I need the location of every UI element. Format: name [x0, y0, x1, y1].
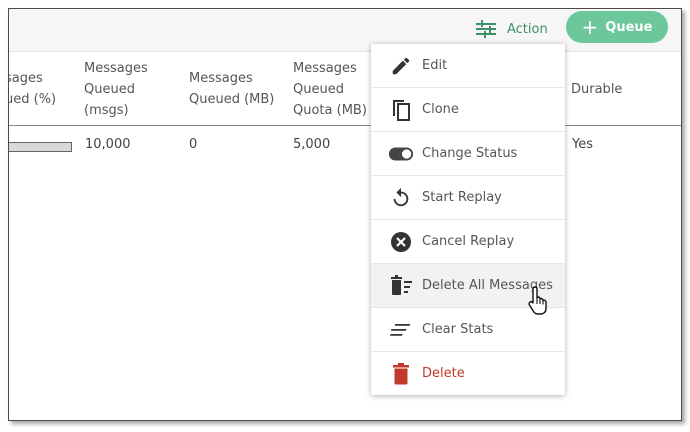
- header-line: Messages: [84, 61, 148, 76]
- menu-item-label: Change Status: [422, 146, 518, 161]
- menu-item-change-status[interactable]: Change Status: [371, 132, 565, 176]
- queue-label: Queue: [605, 19, 653, 35]
- header-line: Queued: [84, 82, 135, 97]
- add-queue-button[interactable]: + Queue: [566, 11, 668, 43]
- action-menu: Edit Clone Change Status Start Replay Ca…: [371, 44, 565, 395]
- menu-item-label: Clone: [422, 102, 459, 117]
- header-line: ued (%): [8, 92, 57, 107]
- plus-icon: +: [581, 15, 599, 39]
- menu-item-delete[interactable]: Delete: [371, 352, 565, 395]
- hand-cursor-icon: [528, 286, 547, 315]
- cancel-circle-icon: [388, 231, 414, 253]
- toolbar: Action + Queue: [9, 9, 681, 51]
- cell-durable: Yes: [572, 137, 593, 152]
- toggle-icon: [388, 145, 414, 163]
- menu-item-label: Start Replay: [422, 190, 502, 205]
- cell-quota-mb: 5,000: [293, 137, 331, 152]
- cell-queued-msgs: 10,000: [85, 137, 131, 152]
- menu-item-label: Edit: [422, 58, 448, 73]
- pencil-icon: [388, 55, 414, 77]
- menu-item-label: Clear Stats: [422, 322, 494, 337]
- header-divider: [9, 125, 681, 126]
- cell-queued-mb: 0: [189, 137, 198, 152]
- clear-lines-icon: [388, 322, 414, 338]
- menu-item-edit[interactable]: Edit: [371, 44, 565, 88]
- header-quota-mb[interactable]: Messages Queued Quota (MB): [293, 58, 367, 121]
- action-button[interactable]: Action: [475, 15, 548, 43]
- header-line: Durable: [571, 82, 623, 97]
- replay-icon: [388, 187, 414, 209]
- action-label: Action: [507, 21, 548, 37]
- app-frame: Action + Queue sages ued (%) Messages Qu…: [8, 8, 682, 421]
- header-line: sages: [8, 71, 43, 86]
- header-line: Queued: [293, 82, 344, 97]
- sliders-icon: [476, 20, 496, 38]
- header-line: Queued (MB): [189, 92, 275, 107]
- header-line: Messages: [293, 61, 357, 76]
- copy-icon: [388, 98, 414, 122]
- header-line: Messages: [189, 71, 253, 86]
- menu-item-start-replay[interactable]: Start Replay: [371, 176, 565, 220]
- header-queued-msgs[interactable]: Messages Queued (msgs): [84, 58, 148, 121]
- menu-item-label: Delete: [422, 366, 465, 381]
- header-queued-mb[interactable]: Messages Queued (MB): [189, 68, 274, 110]
- menu-item-label: Cancel Replay: [422, 234, 515, 249]
- header-line: (msgs): [84, 103, 129, 118]
- header-usage[interactable]: sages ued (%): [8, 68, 57, 110]
- menu-item-cancel-replay[interactable]: Cancel Replay: [371, 220, 565, 264]
- header-durable[interactable]: Durable: [571, 79, 622, 100]
- trash-icon: [388, 362, 414, 385]
- menu-item-clone[interactable]: Clone: [371, 88, 565, 132]
- delete-messages-icon: [388, 274, 414, 297]
- header-line: Quota (MB): [293, 103, 367, 118]
- usage-progress-bar: [9, 142, 72, 152]
- queue-table: sages ued (%) Messages Queued (msgs) Mes…: [9, 51, 681, 420]
